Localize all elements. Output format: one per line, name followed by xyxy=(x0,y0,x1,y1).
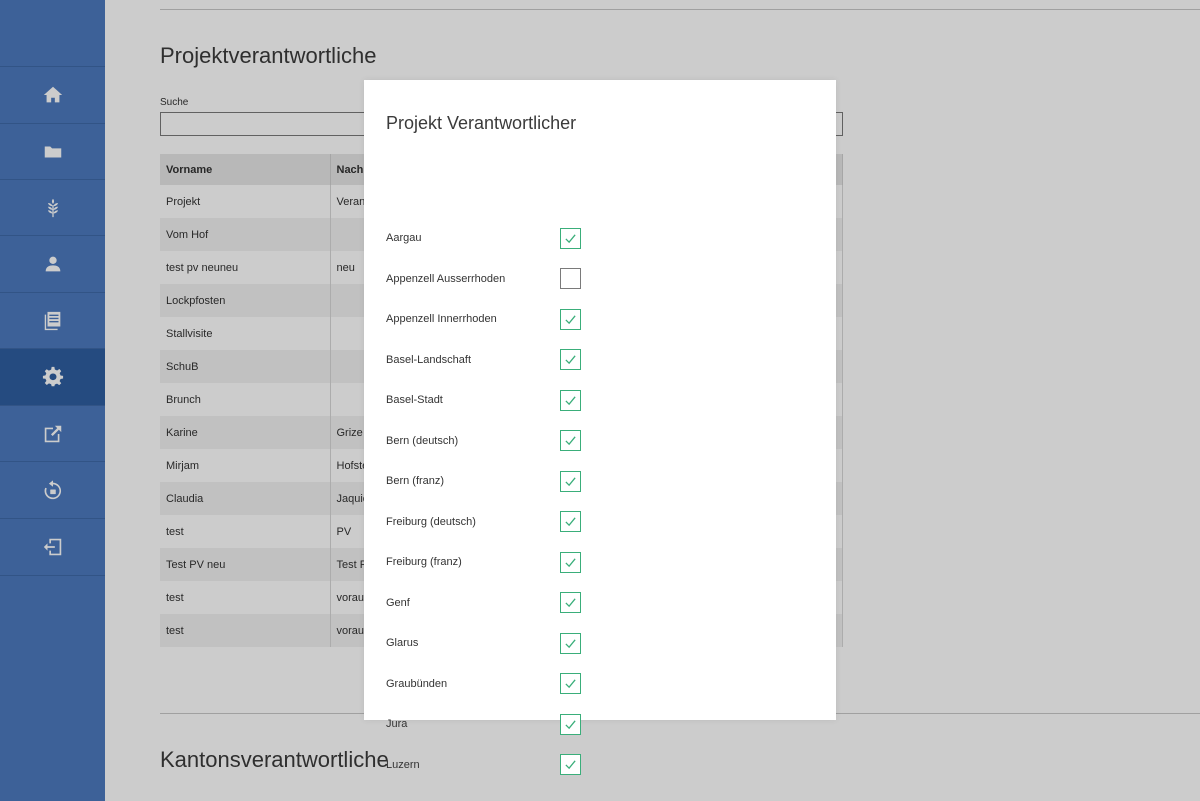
canton-label: Glarus xyxy=(386,637,419,649)
canton-checkbox[interactable] xyxy=(560,268,581,289)
check-icon xyxy=(565,719,576,729)
check-icon xyxy=(565,355,576,365)
canton-row: Basel-Stadt xyxy=(386,389,816,411)
canton-row: Appenzell Innerrhoden xyxy=(386,308,816,330)
check-icon xyxy=(565,760,576,770)
canton-label: Bern (franz) xyxy=(386,475,445,487)
canton-checkbox[interactable] xyxy=(560,592,581,613)
canton-row: Bern (deutsch) xyxy=(386,430,816,452)
canton-row: Luzern xyxy=(386,754,816,776)
canton-row: Freiburg (franz) xyxy=(386,551,816,573)
canton-label: Freiburg (deutsch) xyxy=(386,515,476,528)
check-icon xyxy=(565,476,576,486)
canton-row: Basel-Landschaft xyxy=(386,349,816,371)
canton-checkbox[interactable] xyxy=(560,632,581,654)
canton-label: Jura xyxy=(386,718,408,730)
project-owner-dialog: Projekt Verantwortlicher Aargau Appenzell… xyxy=(364,80,836,775)
canton-checkbox[interactable] xyxy=(560,470,581,492)
canton-label: Appenzell Innerrhoden xyxy=(386,313,497,325)
canton-label: Basel-Stadt xyxy=(386,394,443,406)
canton-label: Graubünden xyxy=(386,677,448,690)
canton-checkbox[interactable] xyxy=(560,430,581,451)
canton-label: Genf xyxy=(386,596,410,609)
check-icon xyxy=(565,679,576,689)
check-icon xyxy=(565,233,576,243)
canton-row: Bern (franz) xyxy=(386,470,816,492)
check-icon xyxy=(565,436,576,446)
check-icon xyxy=(565,638,576,648)
check-icon xyxy=(565,314,576,324)
canton-label: Basel-Landschaft xyxy=(386,353,471,366)
canton-row: Freiburg (deutsch) xyxy=(386,511,816,533)
canton-row: Appenzell Ausserrhoden xyxy=(386,268,816,290)
canton-label: Appenzell Ausserrhoden xyxy=(386,272,506,285)
canton-row: Jura xyxy=(386,713,816,735)
canton-checkbox[interactable] xyxy=(560,673,581,694)
canton-checkbox[interactable] xyxy=(560,227,581,249)
dialog-title: Projekt Verantwortlicher xyxy=(386,113,577,133)
check-icon xyxy=(565,395,576,405)
canton-checkbox[interactable] xyxy=(560,551,581,573)
check-icon xyxy=(565,598,576,608)
canton-row: Glarus xyxy=(386,632,816,654)
canton-row: Genf xyxy=(386,592,816,614)
check-icon xyxy=(565,517,576,527)
canton-label: Luzern xyxy=(386,758,420,771)
canton-checkbox[interactable] xyxy=(560,308,581,330)
canton-row: Graubünden xyxy=(386,673,816,695)
canton-checkbox[interactable] xyxy=(560,754,581,775)
canton-label: Bern (deutsch) xyxy=(386,434,459,447)
canton-checkbox[interactable] xyxy=(560,713,581,735)
canton-label: Aargau xyxy=(386,232,422,244)
canton-label: Freiburg (franz) xyxy=(386,556,462,568)
canton-checkbox[interactable] xyxy=(560,511,581,532)
canton-checkbox[interactable] xyxy=(560,349,581,370)
canton-checkbox[interactable] xyxy=(560,389,581,411)
canton-row: Aargau xyxy=(386,227,816,249)
check-icon xyxy=(565,557,576,567)
